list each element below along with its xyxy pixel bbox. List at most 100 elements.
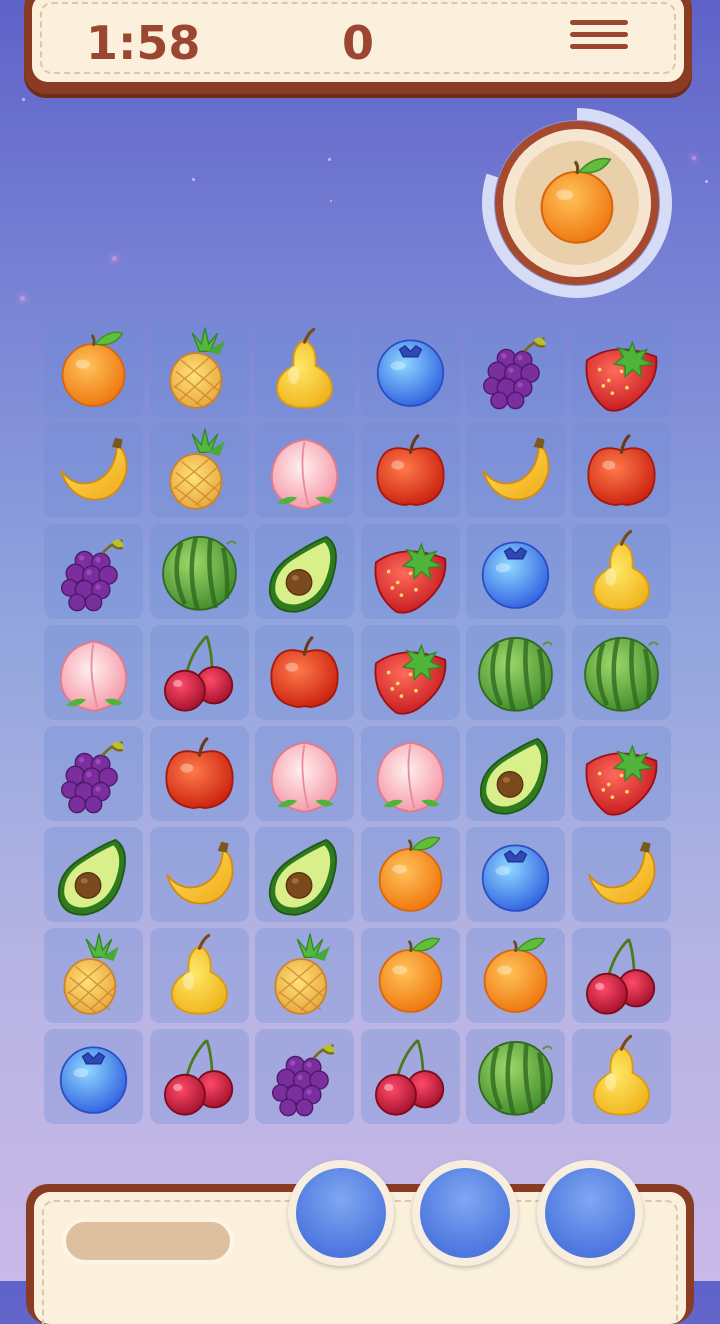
apple-icon	[586, 434, 656, 507]
fruit-tile[interactable]	[44, 827, 143, 922]
fruit-tile[interactable]	[360, 625, 460, 720]
star	[20, 296, 25, 301]
star	[112, 256, 117, 261]
banana-icon	[165, 841, 233, 905]
orange-icon	[483, 937, 548, 1013]
cherry-icon	[163, 1039, 233, 1116]
fruit-tile[interactable]	[571, 423, 671, 518]
fruit-tile[interactable]	[255, 827, 354, 922]
apple-icon	[164, 737, 234, 810]
fruit-tile[interactable]	[149, 827, 249, 922]
avocado-icon	[57, 838, 126, 916]
hud-bar: 1:58 0	[24, 0, 692, 94]
hamburger-menu-icon[interactable]	[570, 20, 628, 56]
fruit-tile[interactable]	[360, 524, 460, 619]
star	[22, 98, 25, 101]
fruit-tile[interactable]	[571, 726, 671, 821]
fruit-tile[interactable]	[360, 322, 460, 417]
grapes-icon	[60, 741, 125, 814]
fruit-tile[interactable]	[571, 625, 671, 720]
strawberry-icon	[374, 643, 446, 715]
avocado-icon	[479, 737, 548, 815]
fruit-tile[interactable]	[466, 1029, 565, 1124]
fruit-tile[interactable]	[44, 322, 143, 417]
star	[328, 158, 331, 161]
fruit-tile[interactable]	[360, 726, 460, 821]
pear-icon	[592, 1034, 650, 1116]
avocado-icon	[268, 535, 337, 613]
collector-slot-2[interactable]	[412, 1160, 518, 1266]
apple-icon	[375, 434, 445, 507]
collector-slot-3[interactable]	[537, 1160, 643, 1266]
fruit-tile[interactable]	[571, 524, 671, 619]
score: 0	[342, 16, 375, 70]
pineapple-icon	[63, 933, 119, 1015]
cherry-icon	[163, 635, 233, 712]
banana-icon	[587, 841, 655, 905]
fruit-tile[interactable]	[255, 625, 354, 720]
fruit-tile[interactable]	[44, 423, 143, 518]
blueberry-icon	[59, 1046, 128, 1114]
fruit-tile[interactable]	[149, 524, 249, 619]
fruit-tile[interactable]	[44, 524, 143, 619]
fruit-tile[interactable]	[360, 423, 460, 518]
fruit-tile[interactable]	[149, 726, 249, 821]
fruit-tile[interactable]	[360, 1029, 460, 1124]
fruit-tile[interactable]	[466, 423, 565, 518]
orange-icon	[540, 157, 614, 244]
star	[330, 200, 332, 202]
fruit-tile[interactable]	[149, 1029, 249, 1124]
star	[692, 156, 696, 160]
peach-icon	[59, 640, 128, 712]
peach-icon	[376, 741, 444, 813]
pineapple-icon	[274, 933, 330, 1015]
fruit-tile[interactable]	[44, 1029, 143, 1124]
fruit-tile[interactable]	[571, 928, 671, 1023]
banana-icon	[59, 437, 128, 501]
star	[705, 180, 708, 183]
fruit-tile[interactable]	[360, 827, 460, 922]
fruit-tile[interactable]	[255, 524, 354, 619]
fruit-tile[interactable]	[44, 625, 143, 720]
fruit-tile[interactable]	[149, 928, 249, 1023]
fruit-tile[interactable]	[44, 726, 143, 821]
slot-fill	[545, 1168, 635, 1258]
fruit-tile[interactable]	[360, 928, 460, 1023]
orange-icon	[378, 836, 442, 912]
cherry-icon	[585, 938, 655, 1015]
target-indicator	[482, 108, 672, 298]
fruit-tile[interactable]	[571, 1029, 671, 1124]
orange-icon	[378, 937, 442, 1013]
fruit-tile[interactable]	[571, 827, 671, 922]
pear-icon	[276, 327, 333, 409]
watermelon-icon	[583, 637, 659, 712]
grapes-icon	[60, 539, 125, 612]
fruit-tile[interactable]	[255, 928, 354, 1023]
avocado-icon	[268, 838, 337, 916]
fruit-tile[interactable]	[466, 827, 565, 922]
fruit-tile[interactable]	[466, 928, 565, 1023]
fruit-tile[interactable]	[255, 1029, 354, 1124]
collector-progress-bar	[62, 1218, 234, 1264]
target-fruit-badge	[495, 121, 659, 285]
strawberry-icon	[585, 744, 657, 816]
fruit-tile[interactable]	[255, 726, 354, 821]
fruit-tile[interactable]	[255, 322, 354, 417]
fruit-tile[interactable]	[466, 322, 565, 417]
pear-icon	[170, 933, 228, 1015]
pineapple-icon	[168, 428, 225, 510]
fruit-tile[interactable]	[571, 322, 671, 417]
fruit-tile[interactable]	[149, 322, 249, 417]
fruit-tile[interactable]	[149, 423, 249, 518]
banana-icon	[481, 437, 550, 501]
fruit-tile[interactable]	[466, 726, 565, 821]
fruit-tile[interactable]	[466, 524, 565, 619]
fruit-tile[interactable]	[44, 928, 143, 1023]
grapes-icon	[271, 1044, 336, 1117]
strawberry-icon	[374, 542, 446, 614]
orange-icon	[61, 331, 126, 407]
fruit-tile[interactable]	[149, 625, 249, 720]
collector-slot-1[interactable]	[288, 1160, 394, 1266]
fruit-tile[interactable]	[466, 625, 565, 720]
fruit-tile[interactable]	[255, 423, 354, 518]
